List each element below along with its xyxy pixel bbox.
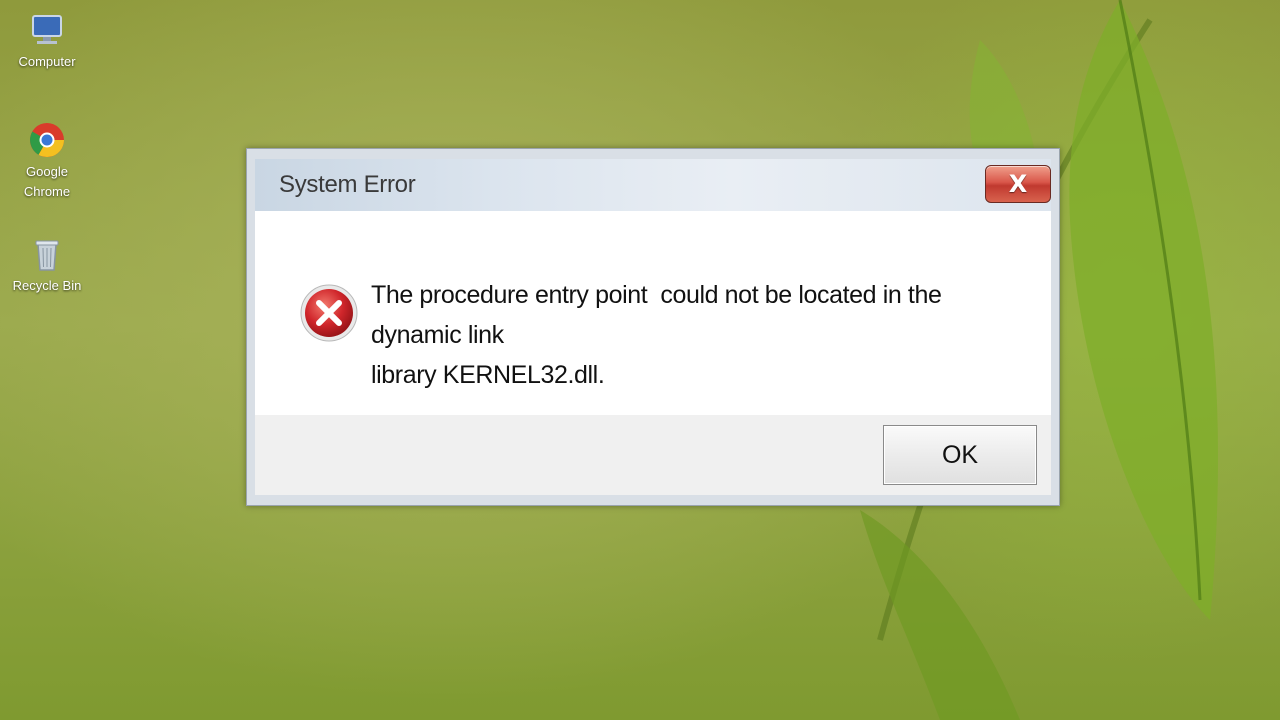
dialog-footer: OK [255,415,1051,495]
desktop-icon-label: Google Chrome [23,164,71,199]
close-icon: X [1008,170,1028,198]
desktop-icon-google-chrome[interactable]: Google Chrome [2,120,92,202]
desktop-icon-label: Recycle Bin [12,278,82,293]
ok-button[interactable]: OK [883,425,1037,485]
system-error-dialog: System Error X The procedure entry point [246,148,1060,506]
recycle-bin-icon [35,240,59,271]
close-button[interactable]: X [985,165,1051,203]
computer-icon [32,15,62,44]
desktop: Computer Google Chrome Recycle Bin Syste… [0,0,1280,720]
chrome-icon [30,123,64,157]
dialog-content: The procedure entry point could not be l… [255,211,1051,415]
desktop-icon-computer[interactable]: Computer [2,10,92,72]
dialog-title: System Error [279,171,416,198]
error-icon [300,284,358,342]
desktop-icon-label: Computer [18,54,76,69]
error-message: The procedure entry point could not be l… [371,281,942,389]
dialog-titlebar[interactable]: System Error X [255,159,1051,211]
desktop-icon-recycle-bin[interactable]: Recycle Bin [2,234,92,296]
